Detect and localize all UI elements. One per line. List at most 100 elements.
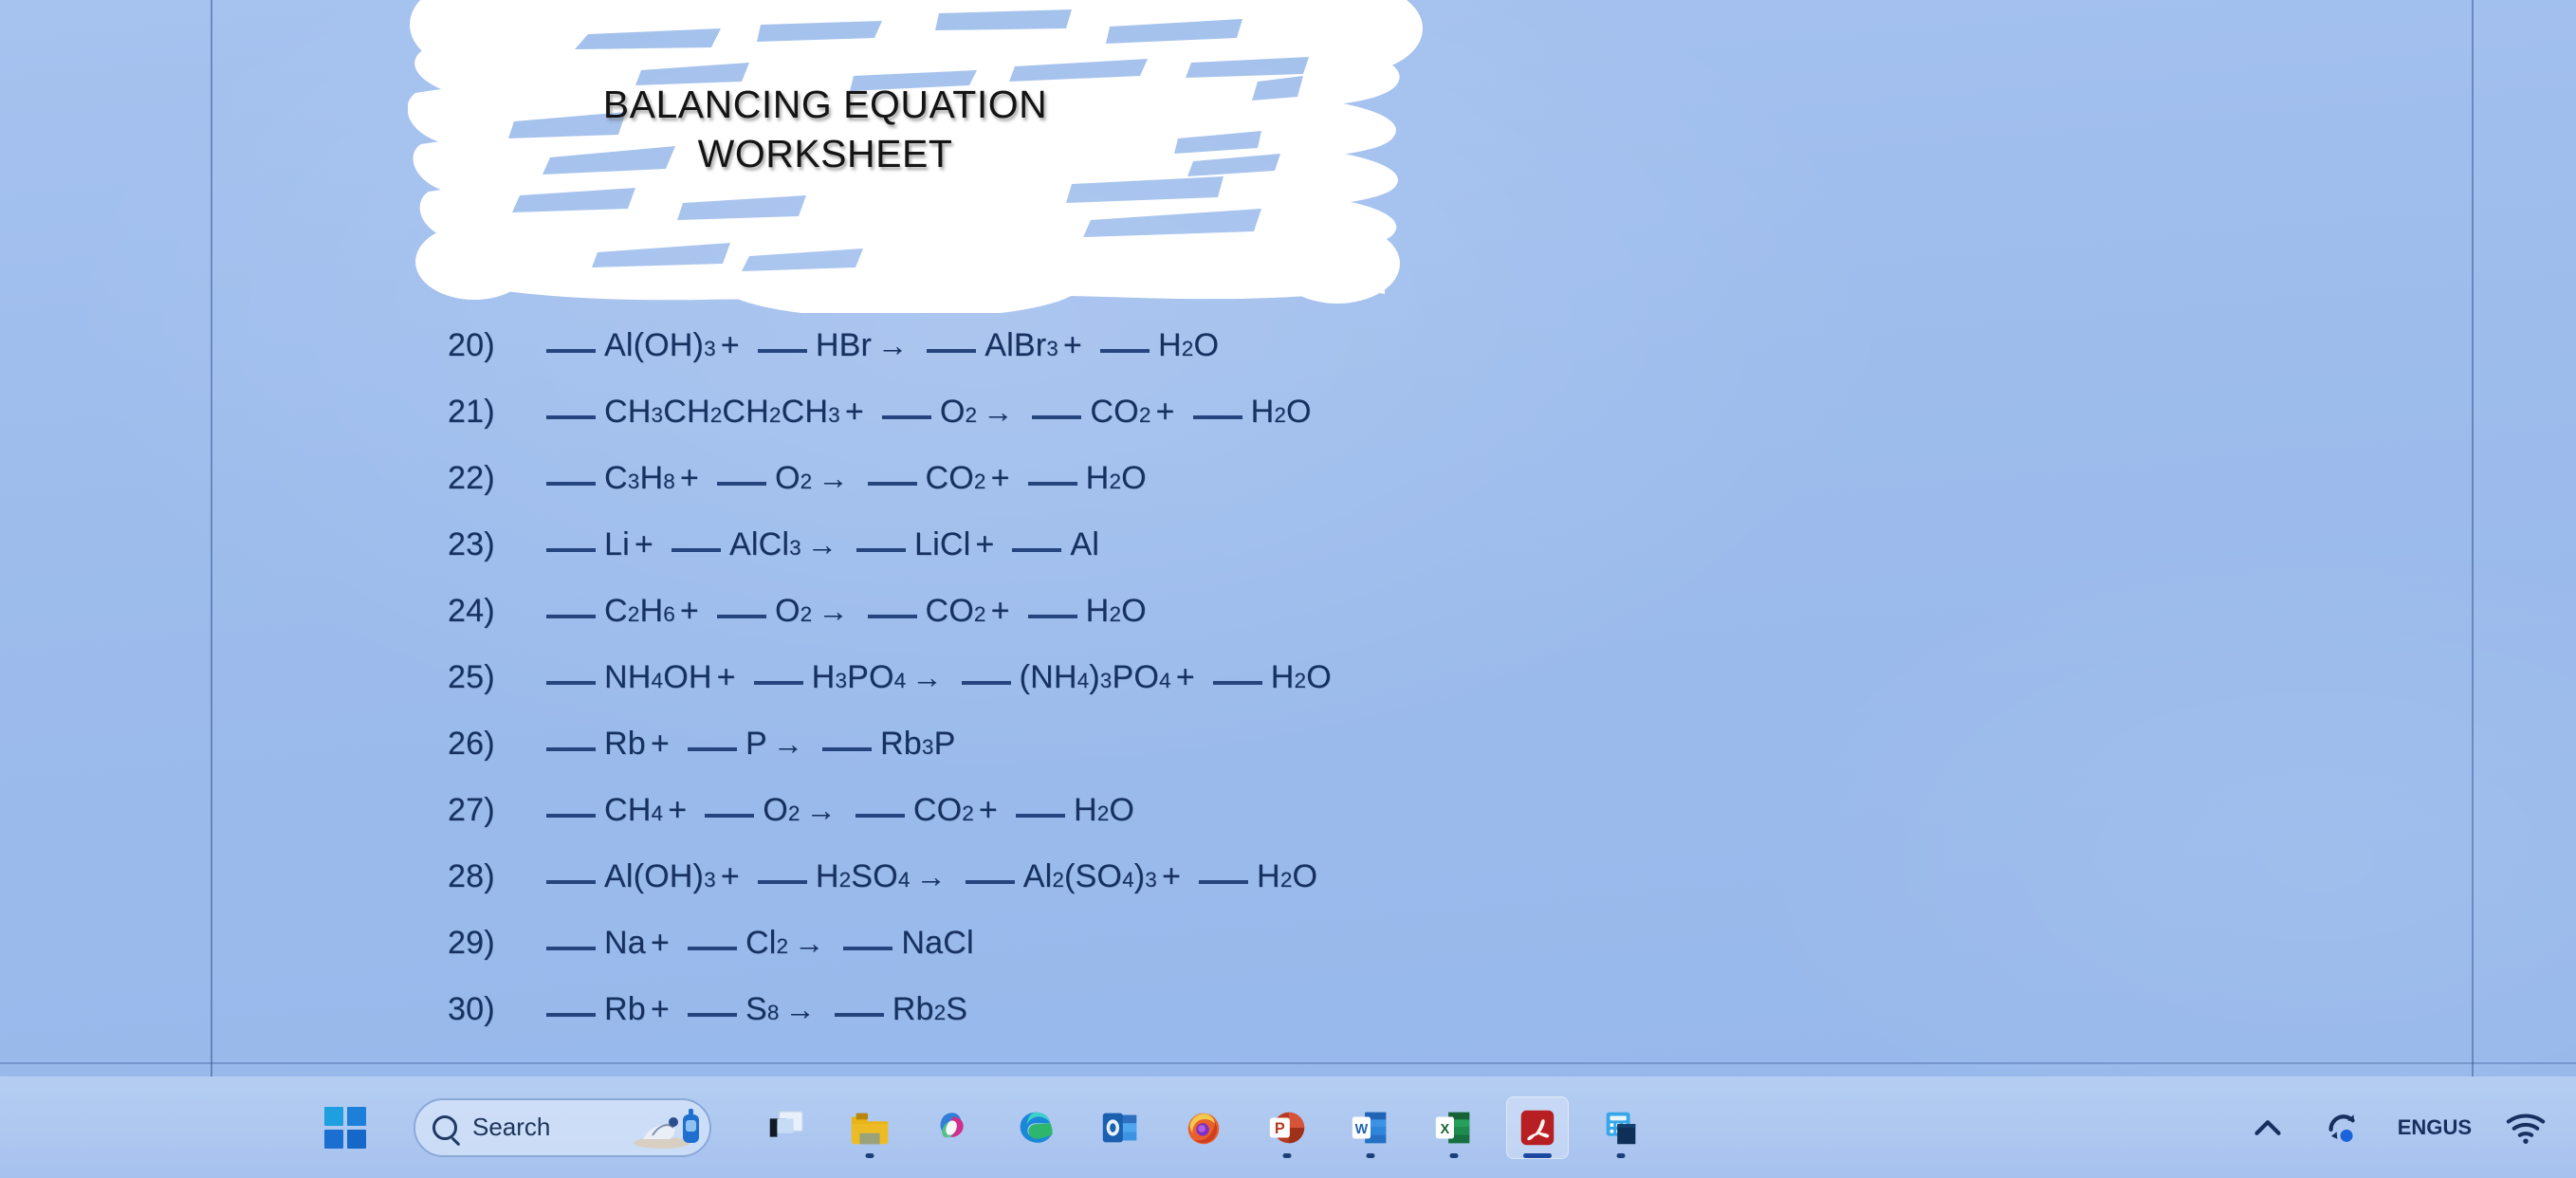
coefficient-blank[interactable]: [1027, 615, 1077, 618]
taskbar-word[interactable]: W: [1339, 1096, 1402, 1159]
taskbar-task-view[interactable]: [755, 1096, 818, 1159]
subscript: 2: [768, 403, 782, 427]
search-input[interactable]: Search: [414, 1097, 711, 1157]
page-bottom-border: [0, 1062, 2576, 1064]
start-tile-2: [347, 1106, 366, 1126]
chevron-up-icon[interactable]: [2246, 1106, 2290, 1150]
coefficient-blank[interactable]: [843, 947, 893, 950]
coefficient-blank[interactable]: [1015, 814, 1065, 818]
subscript: 2: [709, 403, 723, 427]
coefficient-blank[interactable]: [1027, 482, 1077, 486]
formula-text: Cl: [745, 925, 777, 961]
coefficient-blank[interactable]: [757, 880, 807, 884]
coefficient-blank[interactable]: [546, 747, 596, 751]
coefficient-blank[interactable]: [546, 482, 596, 486]
coefficient-blank[interactable]: [965, 880, 1015, 884]
plus-operator: +: [720, 858, 740, 894]
taskbar-calculator[interactable]: [1590, 1096, 1652, 1159]
equation-row: 23) Li + AlCl 3 → LiCl + Al: [448, 526, 1332, 593]
coefficient-blank[interactable]: [716, 615, 766, 618]
plus-operator: +: [1161, 858, 1182, 894]
yields-arrow-icon: →: [772, 727, 804, 761]
coefficient-blank[interactable]: [546, 880, 596, 884]
coefficient-blank[interactable]: [822, 747, 873, 751]
formula-text: O: [1193, 327, 1220, 363]
start-button[interactable]: [324, 1106, 366, 1149]
firefox-icon: [1187, 1113, 1220, 1144]
desktop-doodle-sticker: [630, 1107, 702, 1150]
coefficient-blank[interactable]: [855, 814, 905, 818]
plus-operator: +: [716, 659, 736, 695]
coefficient-blank[interactable]: [1032, 415, 1082, 419]
page-right-border: [2472, 0, 2474, 1077]
yields-arrow-icon: →: [794, 926, 825, 960]
coefficient-blank[interactable]: [881, 415, 931, 419]
taskbar-copilot[interactable]: [922, 1096, 984, 1159]
subscript: 2: [1181, 337, 1194, 360]
subscript: 4: [1076, 669, 1090, 692]
language-indicator[interactable]: ENG US: [2398, 1116, 2472, 1138]
formula-text: Al(OH): [604, 327, 705, 363]
subscript: 3: [1099, 669, 1113, 692]
coefficient-blank[interactable]: [753, 681, 803, 685]
coefficient-blank[interactable]: [546, 814, 596, 818]
coefficient-blank[interactable]: [867, 615, 917, 618]
coefficient-blank[interactable]: [1199, 880, 1249, 884]
subscript: 2: [800, 602, 813, 626]
subscript: 2: [1096, 801, 1110, 825]
formula-text: LiCl: [913, 526, 971, 562]
coefficient-blank[interactable]: [1099, 349, 1150, 353]
coefficient-blank[interactable]: [546, 1013, 596, 1017]
taskbar-firefox[interactable]: [1172, 1096, 1235, 1159]
wifi-icon[interactable]: [2504, 1106, 2548, 1150]
formula-text: CH: [604, 792, 652, 828]
coefficient-blank[interactable]: [546, 349, 596, 353]
coefficient-blank[interactable]: [687, 947, 737, 950]
coefficient-blank[interactable]: [671, 548, 721, 552]
svg-text:P: P: [1275, 1119, 1285, 1136]
subscript: 2: [787, 801, 800, 825]
equation-row: 24) C 2 H 6 + O 2 → CO 2 + H 2 O: [448, 593, 1332, 659]
coefficient-blank[interactable]: [867, 482, 917, 486]
language-line-2: US: [2442, 1114, 2472, 1139]
coefficient-blank[interactable]: [687, 1013, 737, 1017]
subscript: 4: [651, 669, 664, 692]
coefficient-blank[interactable]: [687, 747, 737, 751]
taskbar-powerpoint[interactable]: P: [1256, 1096, 1318, 1159]
plus-operator: +: [679, 593, 699, 629]
coefficient-blank[interactable]: [1192, 415, 1242, 419]
equation-row: 30) Rb + S 8 → Rb 2 S: [448, 991, 1332, 1058]
coefficient-blank[interactable]: [705, 814, 755, 818]
excel-icon: X: [1435, 1112, 1470, 1143]
yields-arrow-icon: →: [911, 660, 943, 694]
coefficient-blank[interactable]: [546, 615, 596, 618]
coefficient-blank[interactable]: [546, 548, 596, 552]
language-line-1: ENG: [2397, 1114, 2443, 1139]
formula-text: P: [745, 726, 767, 762]
plus-operator: +: [990, 460, 1010, 496]
coefficient-blank[interactable]: [961, 681, 1011, 685]
formula-text: Li: [604, 526, 630, 562]
coefficient-blank[interactable]: [856, 548, 906, 552]
coefficient-blank[interactable]: [546, 681, 596, 685]
coefficient-blank[interactable]: [757, 349, 807, 353]
taskbar-outlook[interactable]: [1089, 1096, 1151, 1159]
coefficient-blank[interactable]: [546, 947, 596, 950]
subscript: 3: [704, 868, 716, 892]
yields-arrow-icon: →: [818, 461, 849, 495]
subscript: 3: [921, 735, 934, 759]
coefficient-blank[interactable]: [834, 1013, 884, 1017]
taskbar-adobe-acrobat[interactable]: [1506, 1095, 1569, 1159]
taskbar-excel[interactable]: X: [1423, 1096, 1485, 1159]
coefficient-blank[interactable]: [927, 349, 977, 353]
onedrive-sync-icon[interactable]: [2322, 1106, 2365, 1150]
running-indicator: [1449, 1152, 1459, 1158]
coefficient-blank[interactable]: [1012, 548, 1062, 552]
taskbar-file-explorer[interactable]: [838, 1096, 901, 1159]
taskbar-microsoft-edge[interactable]: [1005, 1096, 1068, 1159]
coefficient-blank[interactable]: [716, 482, 766, 486]
coefficient-blank[interactable]: [1212, 681, 1262, 685]
formula-text: HBr: [815, 327, 872, 363]
coefficient-blank[interactable]: [546, 415, 596, 419]
screen-photo: BALANCING EQUATION WORKSHEET 20) Al(OH) 3 +…: [0, 0, 2576, 1178]
